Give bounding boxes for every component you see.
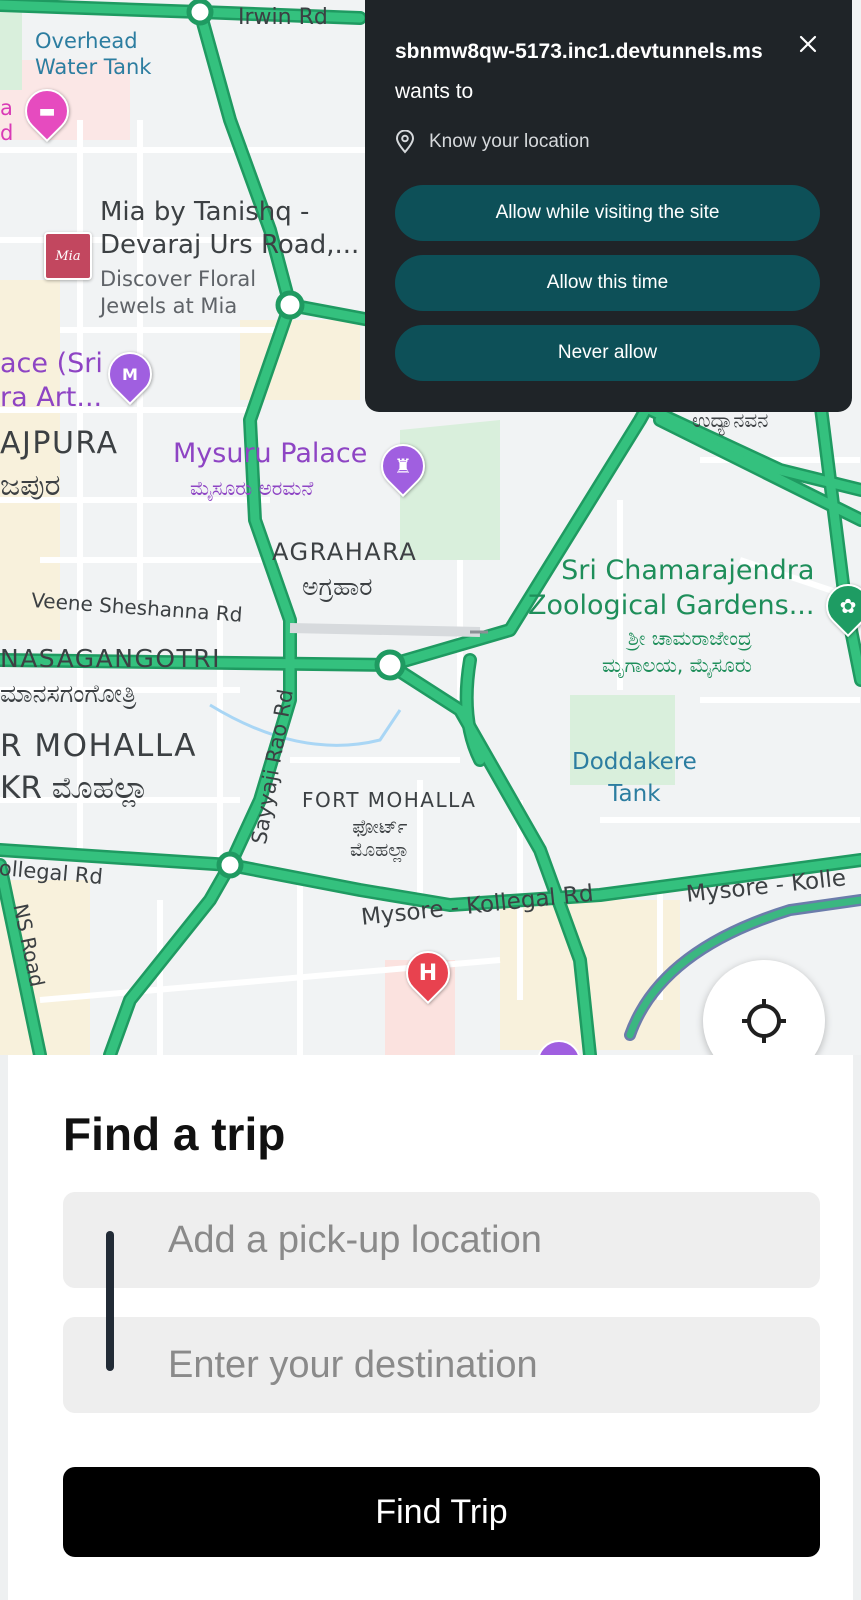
find-trip-button[interactable]: Find Trip — [63, 1467, 820, 1557]
panel-edge-right — [853, 1055, 861, 1600]
close-button[interactable] — [794, 30, 822, 58]
map-label-nasagangotri: NASAGANGOTRI — [0, 644, 222, 673]
map-label-pink-poi: a d — [0, 96, 14, 146]
map-label-nasagangotri-kn: ಮಾನಸಗಂಗೋತ್ರಿ — [0, 679, 137, 708]
mia-logo-icon[interactable]: Mia — [44, 232, 92, 280]
route-connector-line — [106, 1231, 114, 1371]
pickup-input[interactable] — [63, 1192, 820, 1288]
map-label-kr-mohalla-kn: KR ಮೊಹಲ್ಲಾ — [0, 770, 149, 806]
map-label-r-mohalla: R MOHALLA — [0, 728, 198, 764]
destination-field[interactable] — [63, 1317, 820, 1413]
permission-request-row: Know your location — [395, 130, 590, 154]
map-label-udyanavana-kn: ಉದ್ಯಾನವನ — [692, 408, 769, 432]
panel-edge-left — [0, 1055, 8, 1600]
map-label-mysuru-palace-kn: ಮೈಸೂರು ಅರಮನೆ — [190, 476, 314, 500]
map-label-ajpura-kn: ಜಪುರ — [0, 468, 61, 503]
permission-title: sbnmw8qw-5173.inc1.devtunnels.ms wants t… — [395, 32, 785, 112]
never-allow-button[interactable]: Never allow — [395, 325, 820, 381]
allow-while-visiting-button[interactable]: Allow while visiting the site — [395, 185, 820, 241]
map-label-mia-title[interactable]: Mia by Tanishq - Devaraj Urs Road,... — [100, 196, 359, 261]
map-label-fort-mohalla: FORT MOHALLA — [302, 788, 477, 812]
close-icon — [799, 35, 817, 53]
map-label-ajpura: AJPURA — [0, 426, 119, 461]
trip-panel: Find a trip Find Trip — [0, 1055, 861, 1600]
map-label-agrahara-kn: ಅಗ್ರಹಾರ — [302, 572, 373, 601]
permission-wants-to: wants to — [395, 80, 474, 103]
map-label-doddakere-tank: Doddakere Tank — [572, 749, 697, 808]
map-label-agrahara: AGRAHARA — [272, 538, 418, 566]
map-label-fort-mohalla-kn: ಫೋರ್ಟ್ ಮೊಹಲ್ಲಾ — [350, 816, 410, 861]
location-pin-icon — [395, 130, 415, 154]
allow-this-time-button[interactable]: Allow this time — [395, 255, 820, 311]
map-label-irwin-rd: Irwin Rd — [238, 5, 328, 30]
permission-request-label: Know your location — [429, 131, 590, 152]
map-label-zoo-kn: ಶ್ರೀ ಚಾಮರಾಜೇಂದ್ರ ಮೃಗಾಲಯ, ಮೈಸೂರು — [602, 626, 752, 677]
permission-site: sbnmw8qw-5173.inc1.devtunnels.ms — [395, 40, 763, 63]
map-label-mysuru-palace[interactable]: Mysuru Palace — [173, 439, 367, 468]
map-label-zoo[interactable]: Sri Chamarajendra Zoological Gardens... — [528, 553, 814, 623]
map-label-mia-subtitle: Discover Floral Jewels at Mia — [100, 267, 257, 319]
map-label-museum[interactable]: ace (Sri ra Art... — [0, 347, 103, 415]
crosshair-icon — [742, 999, 786, 1043]
map-label-overhead-water-tank: Overhead Water Tank — [35, 29, 152, 80]
location-permission-dialog: sbnmw8qw-5173.inc1.devtunnels.ms wants t… — [365, 0, 852, 412]
pickup-field[interactable] — [63, 1192, 820, 1288]
destination-input[interactable] — [63, 1317, 820, 1413]
page-title: Find a trip — [63, 1108, 286, 1160]
